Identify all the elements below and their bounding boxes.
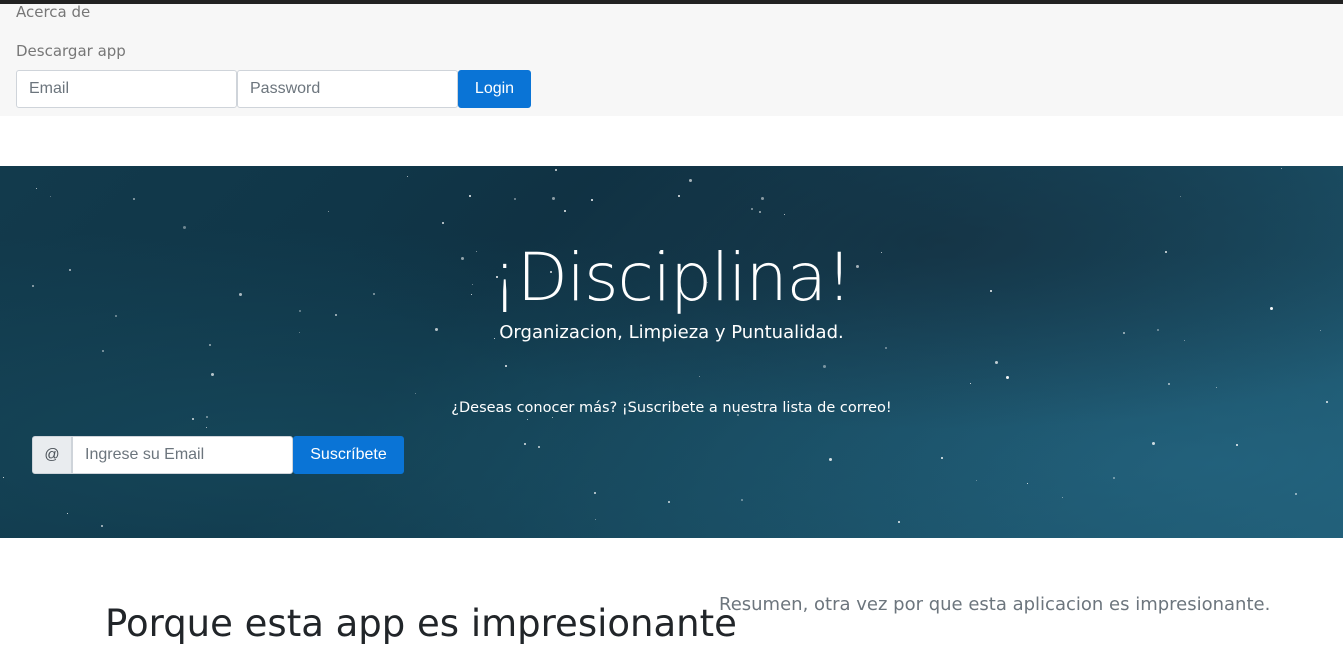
features-heading: Porque esta app es impresionante: [105, 601, 737, 645]
star-dot: [552, 197, 555, 200]
star-dot: [415, 393, 416, 394]
star-dot: [699, 376, 700, 377]
star-dot: [784, 214, 785, 215]
star-dot: [505, 365, 507, 367]
star-dot: [1281, 168, 1282, 169]
star-dot: [689, 179, 692, 182]
star-dot: [970, 383, 971, 384]
star-dot: [328, 211, 329, 212]
star-dot: [1236, 444, 1238, 446]
star-dot: [829, 458, 832, 461]
subscribe-button[interactable]: Suscríbete: [293, 436, 404, 474]
navbar: Acerca de Descargar app Login: [0, 3, 1343, 116]
star-dot: [209, 344, 211, 346]
star-dot: [941, 457, 943, 459]
star-dot: [1216, 387, 1217, 388]
star-dot: [741, 499, 743, 501]
star-dot: [761, 197, 764, 200]
star-dot: [898, 521, 900, 523]
newsletter-prompt: ¿Deseas conocer más? ¡Suscribete a nuest…: [451, 400, 892, 416]
hero-subtitle: Organizacion, Limpieza y Puntualidad.: [499, 322, 844, 343]
star-dot: [36, 188, 37, 189]
star-dot: [976, 480, 977, 481]
star-dot: [751, 208, 753, 210]
star-dot: [885, 347, 887, 349]
login-password-input[interactable]: [237, 70, 458, 108]
star-dot: [3, 477, 4, 478]
login-email-input[interactable]: [16, 70, 237, 108]
star-dot: [206, 427, 207, 428]
star-dot: [514, 198, 516, 200]
star-dot: [564, 210, 566, 212]
star-dot: [1180, 196, 1181, 197]
star-dot: [759, 211, 761, 213]
star-dot: [1062, 497, 1063, 498]
nav-link-about[interactable]: Acerca de: [16, 3, 90, 21]
star-dot: [407, 176, 408, 177]
star-dot: [552, 417, 553, 418]
star-dot: [524, 443, 526, 445]
star-dot: [1168, 383, 1170, 385]
nav-link-download-app[interactable]: Descargar app: [16, 42, 126, 60]
at-sign-addon: @: [32, 436, 72, 474]
star-dot: [101, 525, 103, 527]
subscribe-email-input[interactable]: [72, 436, 293, 474]
star-dot: [555, 169, 557, 171]
star-dot: [102, 350, 104, 352]
star-dot: [595, 519, 596, 520]
star-dot: [67, 513, 68, 514]
star-dot: [527, 419, 528, 420]
star-dot: [1152, 442, 1155, 445]
star-dot: [538, 446, 540, 448]
star-dot: [678, 195, 680, 197]
star-dot: [1027, 483, 1028, 484]
star-dot: [1113, 477, 1115, 479]
star-dot: [133, 198, 135, 200]
star-dot: [183, 226, 186, 229]
star-dot: [1295, 493, 1297, 495]
star-dot: [995, 361, 998, 364]
star-dot: [469, 195, 471, 197]
star-dot: [211, 373, 214, 376]
star-dot: [591, 199, 593, 201]
star-dot: [823, 365, 826, 368]
star-dot: [442, 222, 444, 224]
login-button[interactable]: Login: [458, 70, 531, 108]
star-dot: [1006, 376, 1009, 379]
star-dot: [594, 492, 596, 494]
star-dot: [668, 501, 670, 503]
star-dot: [192, 418, 194, 420]
features-summary: Resumen, otra vez por que esta aplicacio…: [719, 594, 1271, 615]
hero-banner: ¡Disciplina! Organizacion, Limpieza y Pu…: [0, 166, 1343, 538]
hero-title: ¡Disciplina!: [491, 239, 853, 316]
star-dot: [50, 196, 51, 197]
